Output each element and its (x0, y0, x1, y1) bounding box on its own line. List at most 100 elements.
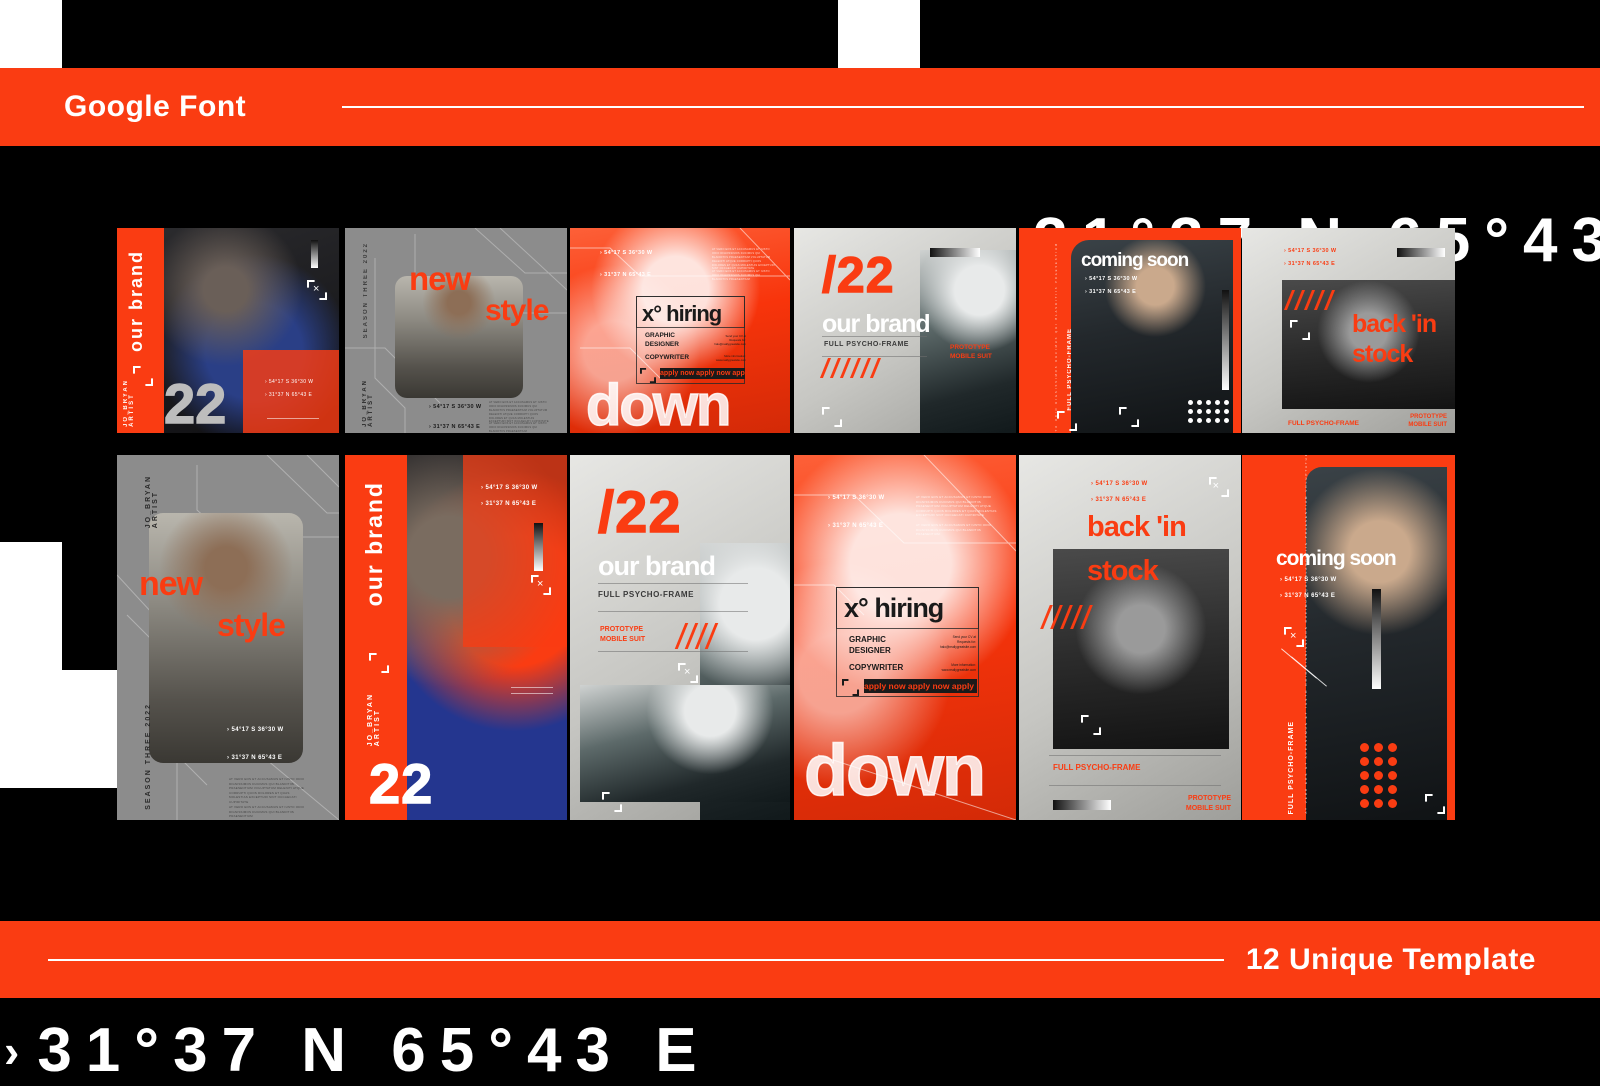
card-vertical-credit: JO_BRYAN ARTIST (145, 475, 159, 529)
card-role-2: COPYWRITER (645, 354, 690, 361)
crop-bracket-icon (822, 407, 838, 423)
x-icon: × (684, 666, 691, 678)
card-tag: PROTOTYPE MOBILE SUIT (950, 344, 992, 361)
template-card-back-in-stock-story[interactable]: › 54°17 S 36°30 W › 31°37 N 65°43 E back… (1019, 455, 1241, 820)
divider-line-2 (1049, 785, 1221, 786)
card-headline-1: new (139, 565, 203, 603)
card-coordinate-2: › 31°37 N 65°43 E (1085, 289, 1137, 295)
card-role-2: COPYWRITER (849, 663, 904, 672)
card-coordinate-2: › 31°37 N 65°43 E (481, 501, 537, 507)
card-subtitle: FULL PSYCHO-FRAME (1288, 420, 1360, 427)
edge-notch-left-upper (0, 542, 62, 670)
card-headline-2: style (485, 294, 549, 327)
dot-matrix-decoration (1188, 400, 1229, 423)
header-bar: Google Font (0, 68, 1600, 146)
card-lorem-2: AT VERO EOS ET ACCUSAMUS ET IUSTO ODIO D… (489, 422, 547, 433)
crop-bracket-icon (1290, 320, 1306, 336)
apply-now-marquee[interactable]: apply now apply now apply now apply (864, 679, 977, 693)
chevron-icon: › (4, 1025, 20, 1077)
card-coordinate-2: › 31°37 N 65°43 E (828, 523, 884, 529)
card-coordinate-1: › 54°17 S 36°30 W (1091, 481, 1148, 487)
card-outline-number: /22 (597, 479, 682, 545)
card-contact-1: Send your CV at Requests for: halo@reall… (939, 635, 976, 649)
dot-matrix-decoration (1360, 743, 1397, 808)
gradient-bar (930, 248, 980, 257)
template-card-our-brand-portrait[interactable]: our brand JO_BRYAN ARTIST 22 › 54°17 S 3… (117, 228, 339, 433)
template-card-our-brand-22-story[interactable]: /22 our brand FULL PSYCHO-FRAME PROTOTYP… (570, 455, 790, 820)
template-card-coming-soon-square[interactable]: coming soon › 54°17 S 36°30 W › 31°37 N … (1019, 228, 1241, 433)
crop-bracket-icon (1081, 715, 1097, 731)
footer-divider-line (48, 958, 1224, 961)
template-card-new-style-square[interactable]: new style SEASON THREE 2022 JO_BRYAN ART… (345, 228, 567, 433)
divider-line-1 (1049, 755, 1221, 756)
card-coordinate-1: › 54°17 S 36°30 W (1284, 248, 1337, 254)
card-headline-2: style (217, 607, 286, 643)
template-card-hiring-square[interactable]: › 54°17 S 36°30 W › 31°37 N 65°43 E AT V… (570, 228, 790, 433)
card-orange-overlay (463, 455, 567, 647)
divider-line-1 (511, 687, 553, 688)
x-icon: × (537, 578, 544, 590)
page-title: Google Font (64, 90, 247, 123)
card-coordinate-1: › 54°17 S 36°30 W (265, 379, 314, 385)
gradient-bar (534, 523, 543, 571)
gradient-bar (311, 240, 318, 268)
card-coordinate-2: › 31°37 N 65°43 E (265, 392, 313, 398)
card-outline-word: down (585, 372, 732, 433)
card-lorem-1: AT VERO EOS ET ACCUSAMUS ET IUSTO ODIO D… (489, 401, 549, 424)
template-card-coming-soon-story[interactable]: coming soon › 54°17 S 36°30 W › 31°37 N … (1242, 455, 1455, 820)
crop-bracket-icon (1119, 407, 1135, 423)
card-coordinate-2: › 31°37 N 65°43 E (1091, 497, 1147, 503)
card-vertical-tag: FULL PSYCHO-FRAME (1288, 720, 1295, 814)
card-vertical-credit: JO_BRYAN ARTIST (362, 379, 374, 427)
gradient-bar (1222, 290, 1229, 390)
target-bracket-icon (1057, 411, 1073, 427)
card-vertical-title: our brand (126, 250, 146, 352)
x-icon: × (1212, 480, 1219, 492)
card-lorem-vertical: AT VERO EOS ET ACCUSAMUS ET IUSTO ODIO D… (1055, 242, 1058, 433)
crop-bracket-icon (133, 366, 149, 382)
template-card-our-brand-story[interactable]: our brand JO_BRYAN ARTIST › 54°17 S 36°3… (345, 455, 567, 820)
edge-notch-left-lower (0, 670, 122, 788)
template-card-our-brand-22-square[interactable]: /22 our brand FULL PSYCHO-FRAME PROTOTYP… (794, 228, 1016, 433)
card-lorem-1: AT VERO EOS ET ACCUSAMUS ET IUSTO ODIO D… (712, 248, 775, 271)
card-tag: PROTOTYPE MOBILE SUIT (1185, 795, 1231, 813)
divider-line-2 (511, 693, 553, 694)
template-card-back-in-stock-square[interactable]: › 54°17 S 36°30 W › 31°37 N 65°43 E back… (1242, 228, 1455, 433)
card-subtitle: FULL PSYCHO-FRAME (824, 341, 909, 348)
card-lorem-2: AT VERO EOS ET ACCUSAMUS ET IUSTO ODIO D… (712, 270, 770, 281)
card-year-number: 22 (368, 751, 434, 815)
card-headline-1: back 'in (1087, 511, 1187, 543)
crop-bracket-icon (842, 679, 855, 692)
card-coordinate-1: › 54°17 S 36°30 W (227, 727, 284, 733)
card-vertical-season: SEASON THREE 2022 (145, 703, 152, 810)
divider-line-2 (598, 611, 748, 612)
card-outline-word: down (803, 730, 986, 811)
footer-title: 12 Unique Template (1245, 942, 1536, 976)
card-headline-2: stock (1352, 340, 1413, 368)
card-vertical-season: SEASON THREE 2022 (363, 242, 369, 339)
slash-decoration (1283, 290, 1336, 310)
card-coordinate-1: › 54°17 S 36°30 W (1085, 276, 1138, 282)
template-card-new-style-story[interactable]: new style JO_BRYAN ARTIST SEASON THREE 2… (117, 455, 339, 820)
slash-decoration (674, 623, 719, 649)
crop-bracket-icon (369, 653, 385, 669)
card-coordinate-1: › 54°17 S 36°30 W (600, 250, 653, 256)
card-headline: x° hiring (844, 593, 944, 623)
card-vertical-tag: FULL PSYCHO-FRAME (1067, 328, 1073, 411)
background-coordinate-bottom-text: 31°37 N 65°43 E (37, 1016, 711, 1085)
template-gallery-grid: our brand JO_BRYAN ARTIST 22 › 54°17 S 3… (117, 228, 1455, 820)
slash-decoration (1040, 605, 1093, 629)
background-coordinate-bottom: › 31°37 N 65°43 E (0, 1015, 711, 1086)
card-tag: PROTOTYPE MOBILE SUIT (1408, 413, 1447, 428)
card-coordinate-1: › 54°17 S 36°30 W (429, 404, 482, 410)
card-coordinate-2: › 31°37 N 65°43 E (227, 755, 283, 761)
divider-line-3 (598, 651, 748, 652)
divider-line (267, 418, 319, 419)
card-photo-lower (580, 685, 790, 802)
card-headline-1: new (409, 260, 471, 297)
footer-bar: 12 Unique Template (0, 921, 1600, 998)
divider-line-1 (822, 336, 927, 337)
crop-bracket-icon (602, 792, 618, 808)
card-headline: coming soon (1276, 547, 1397, 570)
template-card-hiring-story[interactable]: › 54°17 S 36°30 W › 31°37 N 65°43 E AT V… (794, 455, 1016, 820)
